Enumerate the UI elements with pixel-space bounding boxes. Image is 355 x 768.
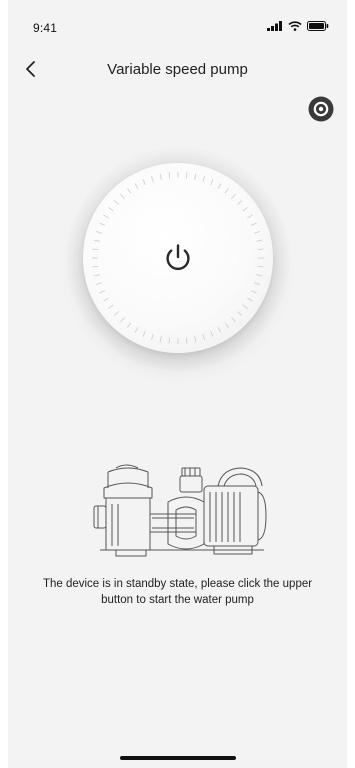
dial-tick [236, 311, 242, 316]
dial-tick [209, 330, 213, 337]
dial-tick [236, 200, 242, 205]
status-time: 9:41 [33, 21, 58, 35]
power-icon [165, 244, 190, 270]
dial-tick [113, 311, 119, 316]
dial-tick [95, 230, 102, 234]
dial-tick [102, 297, 109, 302]
dial-tick [224, 322, 229, 328]
dial-tick [126, 322, 131, 328]
device-status-message: The device is in standby state, please c… [42, 578, 313, 606]
dial-tick [253, 230, 260, 234]
dial-tick [113, 200, 119, 205]
dial-tick [255, 274, 262, 277]
pump-illustration [93, 464, 266, 557]
status-bar: 9:41 [8, 0, 347, 46]
dial-tick [150, 176, 154, 183]
dial-tick [142, 330, 146, 337]
dial-tick [102, 214, 109, 219]
dial-tick [119, 317, 125, 323]
dial-tick [119, 193, 125, 199]
dial-tick [98, 222, 105, 226]
dial-tick [134, 183, 138, 189]
dial-tick [250, 222, 257, 226]
dial-tick [134, 327, 138, 333]
dial-tick [159, 336, 162, 343]
dial-tick [253, 282, 260, 286]
dial-tick [168, 337, 170, 344]
nav-bar: Variable speed pump [8, 52, 347, 88]
dial-tick [93, 274, 100, 277]
status-icons [267, 21, 329, 31]
dial-tick [224, 188, 229, 194]
dial-tick [95, 282, 102, 286]
dial-tick [241, 207, 248, 212]
dial-tick [217, 183, 221, 189]
dial-tick [107, 304, 114, 309]
dial-tick [246, 297, 253, 302]
dial-tick [93, 239, 100, 242]
dial-tick [255, 239, 262, 242]
battery-icon [307, 21, 329, 31]
dial-tick [142, 179, 146, 186]
app-screen: 9:41 Variable speed pump The device is i… [0, 0, 355, 768]
dial-tick [246, 214, 253, 219]
dial-tick [257, 248, 264, 251]
dial-tick [217, 327, 221, 333]
settings-icon[interactable] [307, 95, 335, 123]
dial-tick [250, 290, 257, 294]
dial-tick [230, 193, 236, 199]
dial-tick [91, 248, 98, 251]
dial-tick [241, 304, 248, 309]
dial-tick [98, 290, 105, 294]
dial-tick [185, 172, 187, 179]
dial-tick [193, 336, 196, 343]
dial-tick [150, 333, 154, 340]
wifi-icon [288, 21, 302, 31]
home-indicator[interactable] [119, 756, 236, 760]
dial-tick [193, 173, 196, 180]
signal-icon [267, 21, 282, 31]
page-title: Variable speed pump [107, 61, 248, 78]
dial-tick [91, 265, 98, 268]
dial-tick [201, 333, 205, 340]
dial-tick [257, 265, 264, 268]
dial-tick [126, 188, 131, 194]
dial-tick [201, 176, 205, 183]
dial-tick [185, 337, 187, 344]
dial-tick [168, 172, 170, 179]
power-dial-button[interactable] [82, 163, 273, 353]
dial-tick [209, 179, 213, 186]
dial-tick [107, 207, 114, 212]
dial-tick [159, 173, 162, 180]
dial-tick [230, 317, 236, 323]
